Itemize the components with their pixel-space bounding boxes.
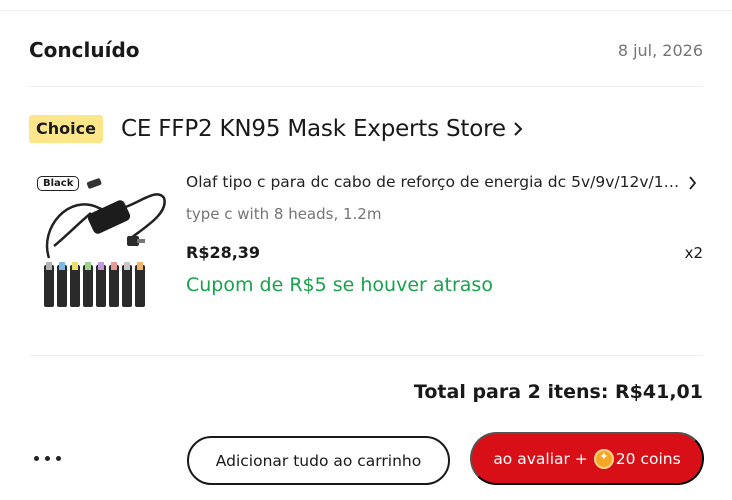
order-total: Total para 2 itens: R$41,01 (413, 381, 703, 403)
product-variant: type c with 8 heads, 1.2m (186, 205, 382, 223)
dot-icon (45, 455, 50, 461)
review-button-label: ao avaliar + (493, 449, 588, 468)
top-divider (0, 10, 732, 11)
product-price: R$28,39 (186, 243, 261, 262)
order-status: Concluído (29, 38, 140, 62)
divider (29, 355, 703, 356)
order-status-row: Concluído 8 jul, 2026 (29, 36, 703, 64)
more-options-button[interactable] (34, 450, 66, 466)
store-name[interactable]: CE FFP2 KN95 Mask Experts Store (121, 116, 506, 142)
review-for-coins-button[interactable]: ao avaliar + 20 coins (470, 432, 704, 485)
choice-badge: Choice (29, 115, 103, 143)
chevron-right-icon (514, 122, 523, 136)
review-coins-label: 20 coins (615, 449, 681, 468)
store-link[interactable]: Choice CE FFP2 KN95 Mask Experts Store (29, 113, 524, 145)
product-image-badge: Black (37, 176, 80, 191)
product-quantity: x2 (684, 244, 703, 262)
dot-icon (34, 455, 39, 461)
order-date: 8 jul, 2026 (617, 40, 703, 60)
order-item[interactable]: Black Olaf tipo c para dc cabo de reforç… (29, 168, 703, 318)
chevron-right-icon[interactable] (688, 176, 697, 190)
coin-icon (593, 448, 614, 469)
product-title[interactable]: Olaf tipo c para dc cabo de reforço de e… (186, 173, 686, 191)
dot-icon (56, 455, 61, 461)
divider (29, 86, 703, 87)
product-image[interactable]: Black (29, 168, 174, 313)
add-all-to-cart-button[interactable]: Adicionar tudo ao carrinho (187, 436, 450, 485)
order-actions: Adicionar tudo ao carrinho ao avaliar + … (0, 432, 732, 486)
delay-coupon-text[interactable]: Cupom de R$5 se houver atraso (186, 274, 493, 296)
